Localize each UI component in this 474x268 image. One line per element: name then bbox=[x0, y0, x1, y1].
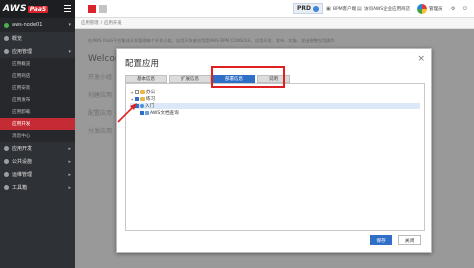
sidebar-item-label: 工具箱 bbox=[12, 185, 28, 191]
globe-icon bbox=[140, 104, 144, 108]
sidebar: AWS PaaS aws-node01 ▾ 概览 应用管理 ▾ 应用概览 应用商… bbox=[0, 0, 75, 268]
sidebar-item-label: 运维管理 bbox=[12, 172, 33, 178]
folder-icon bbox=[140, 90, 145, 94]
server-status-icon bbox=[4, 22, 9, 28]
chevron-right-icon: ▸ bbox=[68, 159, 71, 165]
tree-node-selected[interactable]: − 入门 bbox=[130, 103, 420, 109]
sidebar-item-label: 应用开发 bbox=[12, 146, 33, 152]
sidebar-item-toolbox[interactable]: 工具箱 ▸ bbox=[0, 181, 75, 194]
tab-extended-info[interactable]: 扩展信息 bbox=[169, 75, 211, 83]
config-app-dialog: 配置应用 × 基本信息 扩展信息 部署信息 说明 + 办公 + 练习 − 入门 bbox=[116, 48, 432, 253]
store-icon: ▤ bbox=[357, 6, 362, 12]
sidebar-subitem-message-center[interactable]: 消息中心 bbox=[0, 130, 75, 142]
sidebar-item-public[interactable]: 公共设施 ▸ bbox=[0, 155, 75, 168]
sidebar-subitem-app-publish[interactable]: 应用发布 bbox=[0, 94, 75, 106]
tree-node[interactable]: + 练习 bbox=[130, 96, 156, 103]
brand-paas: PaaS bbox=[27, 5, 49, 13]
save-button[interactable]: 保存 bbox=[370, 235, 392, 245]
wrench-icon bbox=[4, 185, 9, 190]
app-square-icon[interactable] bbox=[99, 5, 107, 13]
sidebar-item-label: 应用管理 bbox=[12, 49, 33, 55]
sidebar-subitem-app-store[interactable]: 应用商店 bbox=[0, 70, 75, 82]
menu-toggle-icon[interactable] bbox=[64, 5, 71, 12]
gear-icon bbox=[4, 172, 9, 177]
tab-notes[interactable]: 说明 bbox=[257, 75, 290, 83]
folder-icon bbox=[140, 97, 145, 101]
user-avatar[interactable] bbox=[417, 4, 427, 14]
node-checkbox[interactable] bbox=[135, 90, 139, 94]
apps-icon bbox=[4, 49, 9, 54]
power-icon[interactable]: ⏻ bbox=[463, 6, 467, 12]
env-status-icon bbox=[313, 5, 319, 12]
breadcrumb-current: 应用开发 bbox=[104, 21, 122, 26]
sidebar-item-app-dev[interactable]: 应用开发 ▸ bbox=[0, 142, 75, 155]
sidebar-subitem-app-install[interactable]: 应用安装 bbox=[0, 82, 75, 94]
brand-aws: AWS bbox=[3, 4, 27, 14]
node-checkbox[interactable] bbox=[135, 104, 139, 108]
cancel-button[interactable]: 关闭 bbox=[398, 235, 421, 245]
node-checkbox[interactable] bbox=[135, 97, 139, 101]
tree-node-label: 办公 bbox=[146, 90, 156, 95]
sidebar-subitem-app-dev[interactable]: 应用开发 bbox=[0, 118, 75, 130]
sidebar-item-label: 公共设施 bbox=[12, 159, 33, 165]
tree-node-label: 练习 bbox=[146, 97, 156, 102]
code-icon bbox=[4, 146, 9, 151]
tab-deploy-info[interactable]: 部署信息 bbox=[213, 75, 255, 83]
server-selector[interactable]: aws-node01 ▾ bbox=[0, 18, 75, 32]
close-icon[interactable]: × bbox=[417, 54, 425, 64]
tab-basic-info[interactable]: 基本信息 bbox=[125, 75, 167, 83]
document-icon bbox=[145, 111, 149, 115]
chevron-down-icon: ▾ bbox=[68, 49, 71, 55]
breadcrumb-home[interactable]: 应用管理 bbox=[81, 20, 99, 26]
sidebar-item-ops[interactable]: 运维管理 ▸ bbox=[0, 168, 75, 181]
app-store-link[interactable]: 访问AWS企业应用商店 bbox=[364, 6, 410, 12]
settings-icon[interactable]: ⚙ bbox=[451, 6, 455, 12]
app-square-icon[interactable] bbox=[88, 5, 96, 13]
chevron-down-icon: ▾ bbox=[68, 22, 71, 28]
home-icon bbox=[4, 36, 9, 41]
chevron-right-icon: ▸ bbox=[68, 172, 71, 178]
tree-node[interactable]: + 办公 bbox=[130, 89, 156, 96]
chevron-right-icon: ▸ bbox=[68, 185, 71, 191]
sidebar-item-overview[interactable]: 概览 bbox=[0, 32, 75, 45]
node-checkbox[interactable] bbox=[140, 111, 144, 115]
tree-node[interactable]: AWS文档查询 bbox=[140, 110, 179, 116]
sidebar-subitem-app-uninstall[interactable]: 应用卸载 bbox=[0, 106, 75, 118]
dialog-title: 配置应用 bbox=[125, 59, 160, 69]
collapse-icon[interactable]: − bbox=[130, 104, 134, 109]
expand-icon[interactable]: + bbox=[130, 97, 134, 102]
user-name[interactable]: 管理员 bbox=[429, 6, 443, 12]
sidebar-item-label: 概览 bbox=[12, 36, 23, 42]
expand-icon[interactable]: + bbox=[130, 90, 134, 95]
tree-node-label: 入门 bbox=[145, 104, 155, 109]
breadcrumb: 应用管理 / 应用开发 bbox=[75, 18, 474, 29]
bpm-client-link[interactable]: BPM客户端 bbox=[333, 6, 356, 12]
top-bar: PRD ▣ BPM客户端 ▤ 访问AWS企业应用商店 管理员 ⚙ ⏻ bbox=[75, 0, 474, 18]
tab-panel: + 办公 + 练习 − 入门 AWS文档查询 bbox=[125, 83, 425, 231]
sidebar-subitem-app-overview[interactable]: 应用概览 bbox=[0, 58, 75, 70]
client-icon: ▣ bbox=[326, 6, 331, 12]
env-badge[interactable]: PRD bbox=[293, 3, 323, 14]
env-label: PRD bbox=[297, 5, 311, 12]
tree-node-label: AWS文档查询 bbox=[150, 111, 179, 116]
sidebar-item-app-management[interactable]: 应用管理 ▾ bbox=[0, 45, 75, 58]
dialog-tabs: 基本信息 扩展信息 部署信息 说明 bbox=[125, 75, 425, 83]
grid-icon bbox=[4, 159, 9, 164]
server-name: aws-node01 bbox=[12, 22, 43, 28]
chevron-right-icon: ▸ bbox=[68, 146, 71, 152]
breadcrumb-separator: / bbox=[100, 20, 103, 26]
